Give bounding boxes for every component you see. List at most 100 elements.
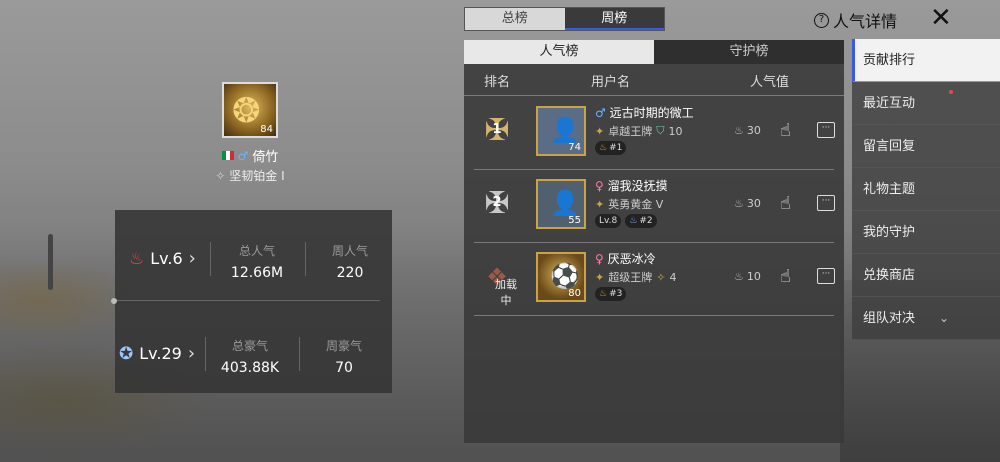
player-name: 倚竹 xyxy=(252,150,279,165)
user-tier-line: ✦ 超级王牌 ✧ 4 xyxy=(595,269,676,285)
tab-weekly[interactable]: 周榜 xyxy=(564,8,664,30)
menu-label: 组队对决 xyxy=(863,311,916,326)
menu-label: 礼物主题 xyxy=(863,182,916,197)
popularity-rank-chip: ♨ #3 xyxy=(595,287,627,301)
tab-total[interactable]: 总榜 xyxy=(465,8,565,30)
menu-label: 留言回复 xyxy=(863,139,916,154)
level-chip: Lv.8 xyxy=(595,214,622,228)
stats-panel: ♨ Lv.6 › 总人气 12.66M 周人气 220 ✪ Lv.29 › 总豪… xyxy=(111,210,395,393)
menu-item-message-reply[interactable]: 留言回复 xyxy=(852,125,1000,168)
weekly-popularity-value: 220 xyxy=(336,265,364,281)
generosity-level-button[interactable]: ✪ Lv.29 › xyxy=(119,343,195,364)
star-badge-icon: ✪ xyxy=(119,343,134,364)
menu-item-gift-theme[interactable]: 礼物主题 xyxy=(852,168,1000,211)
side-menu: 贡献排行 最近互动 留言回复 礼物主题 我的守护 兑换商店 组队对决 ⌄ xyxy=(852,39,1000,340)
drop-icon: ♨ xyxy=(629,216,638,226)
popularity-number: 30 xyxy=(746,124,761,137)
weekly-popularity-label: 周人气 xyxy=(331,244,368,258)
weekly-generosity-value: 70 xyxy=(335,360,353,376)
user-tier-line: ✦ 卓越王牌 ⛉ 10 xyxy=(595,123,682,139)
user-avatar[interactable]: 👤 55 xyxy=(536,179,586,229)
column-rank: 排名 xyxy=(484,75,511,90)
menu-item-exchange-shop[interactable]: 兑换商店 xyxy=(852,254,1000,297)
user-name-line: ♂ 远古时期的微工 xyxy=(595,104,694,121)
column-popularity: 人气值 xyxy=(750,75,790,90)
close-icon[interactable]: ✕ xyxy=(930,4,952,32)
menu-label: 兑换商店 xyxy=(863,268,916,283)
menu-label: 最近互动 xyxy=(863,96,916,111)
total-generosity: 总豪气 403.88K xyxy=(205,337,295,376)
flame-icon: ♨ xyxy=(734,124,744,137)
female-gender-icon: ♀ xyxy=(595,179,604,193)
menu-item-contribution-rank[interactable]: 贡献排行 xyxy=(852,39,1000,82)
player-avatar[interactable]: ❂ 84 xyxy=(222,82,278,138)
gift-hand-icon[interactable]: ☝ xyxy=(780,266,791,287)
user-avatar[interactable]: ⚽ 80 xyxy=(536,252,586,302)
column-header: 排名 用户名 人气值 xyxy=(464,64,844,96)
avatar-level: 55 xyxy=(568,215,581,226)
tab-popularity[interactable]: 人气榜 xyxy=(464,40,654,64)
avatar-level: 80 xyxy=(568,288,581,299)
dragon-emblem-icon: ❂ xyxy=(232,91,261,131)
popularity-value: ♨ 10 xyxy=(734,270,761,283)
player-rank-line: ✧ 坚韧铂金 I xyxy=(200,167,300,184)
fire-icon: ♨ xyxy=(599,289,608,299)
gift-hand-icon[interactable]: ☝ xyxy=(780,120,791,141)
total-generosity-label: 总豪气 xyxy=(231,339,268,353)
rank-badge: ❖ 加载中 xyxy=(476,256,518,307)
total-popularity: 总人气 12.66M xyxy=(212,242,302,281)
rank-tier-icon: ✧ xyxy=(215,169,226,183)
chevron-right-icon: › xyxy=(187,343,196,364)
more-icon[interactable]: ··· xyxy=(817,268,835,284)
player-rank: 坚韧铂金 I xyxy=(229,169,285,183)
flame-icon: ♨ xyxy=(734,197,744,210)
user-tier-line: ✦ 英勇黄金 V xyxy=(595,196,663,212)
rank-number: 2 xyxy=(492,195,502,210)
user-name-line: ♀ 厌恶冰冷 xyxy=(595,250,656,267)
user-avatar[interactable]: 👤 74 xyxy=(536,106,586,156)
generosity-level: Lv.29 xyxy=(139,344,182,363)
user-tier: 卓越王牌 xyxy=(608,125,653,138)
chevron-right-icon: › xyxy=(188,248,196,269)
popularity-level: Lv.6 xyxy=(150,249,183,268)
more-icon[interactable]: ··· xyxy=(817,195,835,211)
male-gender-icon: ♂ xyxy=(237,148,249,163)
help-icon[interactable]: ? xyxy=(814,12,829,28)
user-tier-extra: 10 xyxy=(668,124,683,138)
table-row[interactable]: ✠ 1 👤 74 ♂ 远古时期的微工 ✦ 卓越王牌 ⛉ 10 ♨ #1 ♨ 30 … xyxy=(464,96,844,169)
chevron-down-icon: ⌄ xyxy=(939,311,950,325)
rank-badge: ✠ 1 xyxy=(476,110,518,152)
total-popularity-value: 12.66M xyxy=(230,265,284,281)
total-popularity-label: 总人气 xyxy=(238,244,275,258)
menu-item-my-guardian[interactable]: 我的守护 xyxy=(852,211,1000,254)
menu-item-team-duel[interactable]: 组队对决 ⌄ xyxy=(852,297,1000,340)
user-silhouette-icon: 👤 xyxy=(550,116,580,144)
gift-hand-icon[interactable]: ☝ xyxy=(780,193,791,214)
female-gender-icon: ♀ xyxy=(595,252,604,266)
ace-tier-icon: ✦ xyxy=(595,270,605,284)
popularity-rank-chip: ♨ #2 xyxy=(625,214,657,228)
leaderboard-tabs: 人气榜 守护榜 xyxy=(464,40,844,64)
table-row[interactable]: ✠ 2 👤 55 ♀ 溜我没抚摸 ✦ 英勇黄金 V Lv.8 ♨ #2 ♨ 30 … xyxy=(464,169,844,242)
period-tabs: 总榜 周榜 xyxy=(464,7,665,31)
player-avatar-level: 84 xyxy=(260,124,273,135)
menu-item-recent-interaction[interactable]: 最近互动 xyxy=(852,82,1000,125)
ace-tier-icon: ✦ xyxy=(595,124,605,138)
column-username: 用户名 xyxy=(591,75,631,90)
popularity-level-button[interactable]: ♨ Lv.6 › xyxy=(129,248,196,269)
flame-icon: ♨ xyxy=(734,270,744,283)
avatar-level: 74 xyxy=(568,142,581,153)
more-icon[interactable]: ··· xyxy=(817,122,835,138)
user-tier-extra: 4 xyxy=(669,270,677,284)
menu-label: 贡献排行 xyxy=(863,53,916,68)
notification-dot xyxy=(949,90,953,94)
menu-label: 我的守护 xyxy=(863,225,916,240)
tab-guardian[interactable]: 守护榜 xyxy=(654,40,844,64)
scroll-handle[interactable] xyxy=(48,234,53,290)
chip-text: #2 xyxy=(639,216,653,226)
popularity-number: 30 xyxy=(746,197,761,210)
male-gender-icon: ♂ xyxy=(595,106,606,120)
user-name-line: ♀ 溜我没抚摸 xyxy=(595,177,668,194)
weekly-popularity: 周人气 220 xyxy=(305,242,395,281)
table-row[interactable]: ❖ 加载中 ⚽ 80 ♀ 厌恶冰冷 ✦ 超级王牌 ✧ 4 ♨ #3 ♨ 10 ☝ … xyxy=(464,242,844,315)
